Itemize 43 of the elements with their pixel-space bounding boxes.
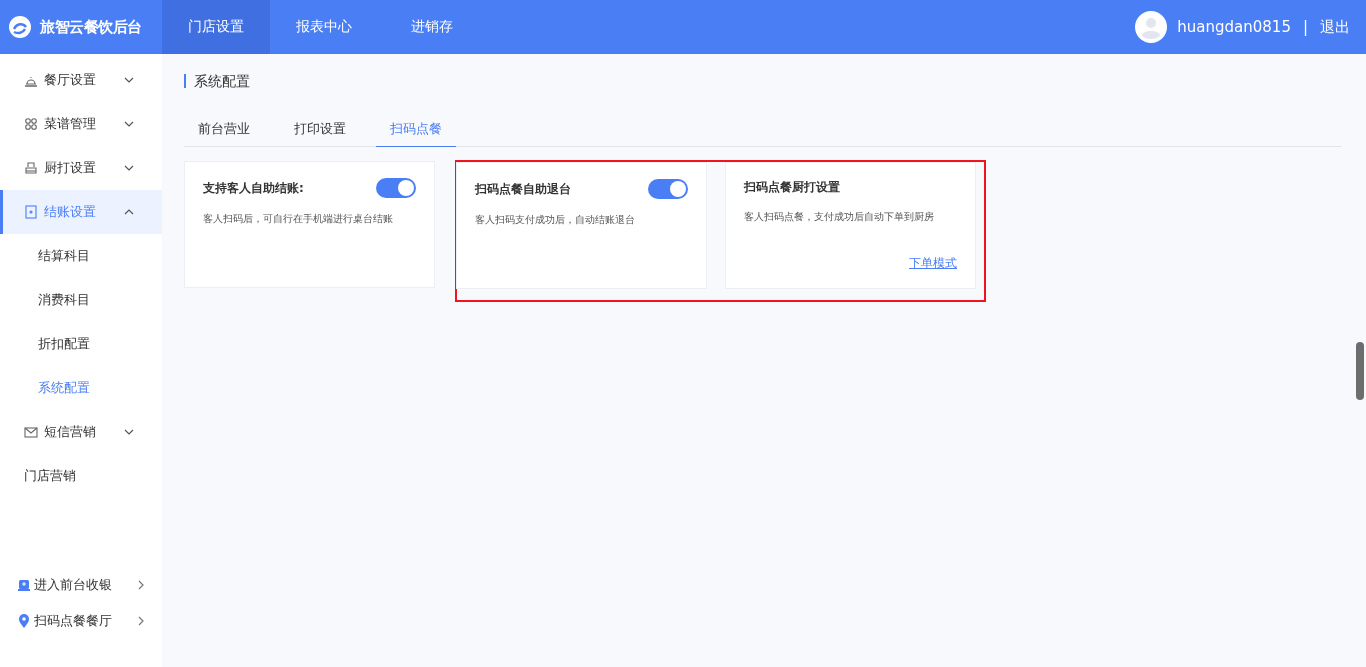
chevron-right-icon xyxy=(138,580,144,590)
nav-tab[interactable]: 门店设置 xyxy=(162,0,270,54)
sidebar-item[interactable]: 厨打设置 xyxy=(0,146,162,190)
setting-title: 扫码点餐厨打设置 xyxy=(744,179,840,196)
setting-description: 客人扫码支付成功后，自动结账退台 xyxy=(475,213,636,227)
setting-title: 支持客人自助结账: xyxy=(203,179,304,197)
printer-icon xyxy=(24,161,38,175)
sidebar-subitem[interactable]: 消费科目 xyxy=(0,278,162,322)
sidebar-item[interactable]: 门店营销 xyxy=(0,454,162,498)
sidebar-item[interactable]: 餐厅设置 xyxy=(0,58,162,102)
setting-title: 扫码点餐自助退台 xyxy=(475,180,571,198)
sidebar-item[interactable]: 菜谱管理 xyxy=(0,102,162,146)
tab[interactable]: 打印设置 xyxy=(280,120,360,147)
brand-name: 旅智云餐饮后台 xyxy=(40,17,142,37)
tab[interactable]: 扫码点餐 xyxy=(376,120,456,147)
toggle-switch[interactable] xyxy=(376,178,416,198)
ledger-icon xyxy=(24,205,38,219)
register-icon xyxy=(18,579,30,591)
mail-icon xyxy=(24,425,38,439)
nav-tab[interactable]: 报表中心 xyxy=(270,0,378,54)
sidebar-subitem[interactable]: 折扣配置 xyxy=(0,322,162,366)
sidebar-item[interactable]: 短信营销 xyxy=(0,410,162,454)
page-title: 系统配置 xyxy=(184,74,1341,88)
setting-description: 客人扫码点餐，支付成功后自动下单到厨房 xyxy=(744,210,935,224)
logo-icon xyxy=(8,15,32,39)
toggle-switch[interactable] xyxy=(648,179,688,199)
scrollbar-thumb[interactable] xyxy=(1356,342,1364,400)
logout-link[interactable]: 退出 xyxy=(1320,17,1350,37)
username: huangdan0815 xyxy=(1177,18,1291,36)
tab[interactable]: 前台营业 xyxy=(184,120,264,147)
sidebar-subitem[interactable]: 系统配置 xyxy=(0,366,162,410)
setting-description: 客人扫码后，可自行在手机端进行桌台结账 xyxy=(203,212,394,226)
sidebar-item[interactable]: 结账设置 xyxy=(0,190,162,234)
separator: | xyxy=(1302,18,1308,36)
avatar-icon[interactable] xyxy=(1135,11,1168,43)
chevron-right-icon xyxy=(138,616,144,626)
location-pin-icon xyxy=(18,614,30,628)
sidebar-subitem[interactable]: 结算科目 xyxy=(0,234,162,278)
sidebar-link[interactable]: 扫码点餐餐厅 xyxy=(0,603,162,639)
grid-icon xyxy=(24,117,38,131)
mode-link[interactable]: 下单模式 xyxy=(909,255,957,272)
nav-tab[interactable]: 进销存 xyxy=(378,0,486,54)
sidebar-link[interactable]: 进入前台收银 xyxy=(0,567,162,603)
